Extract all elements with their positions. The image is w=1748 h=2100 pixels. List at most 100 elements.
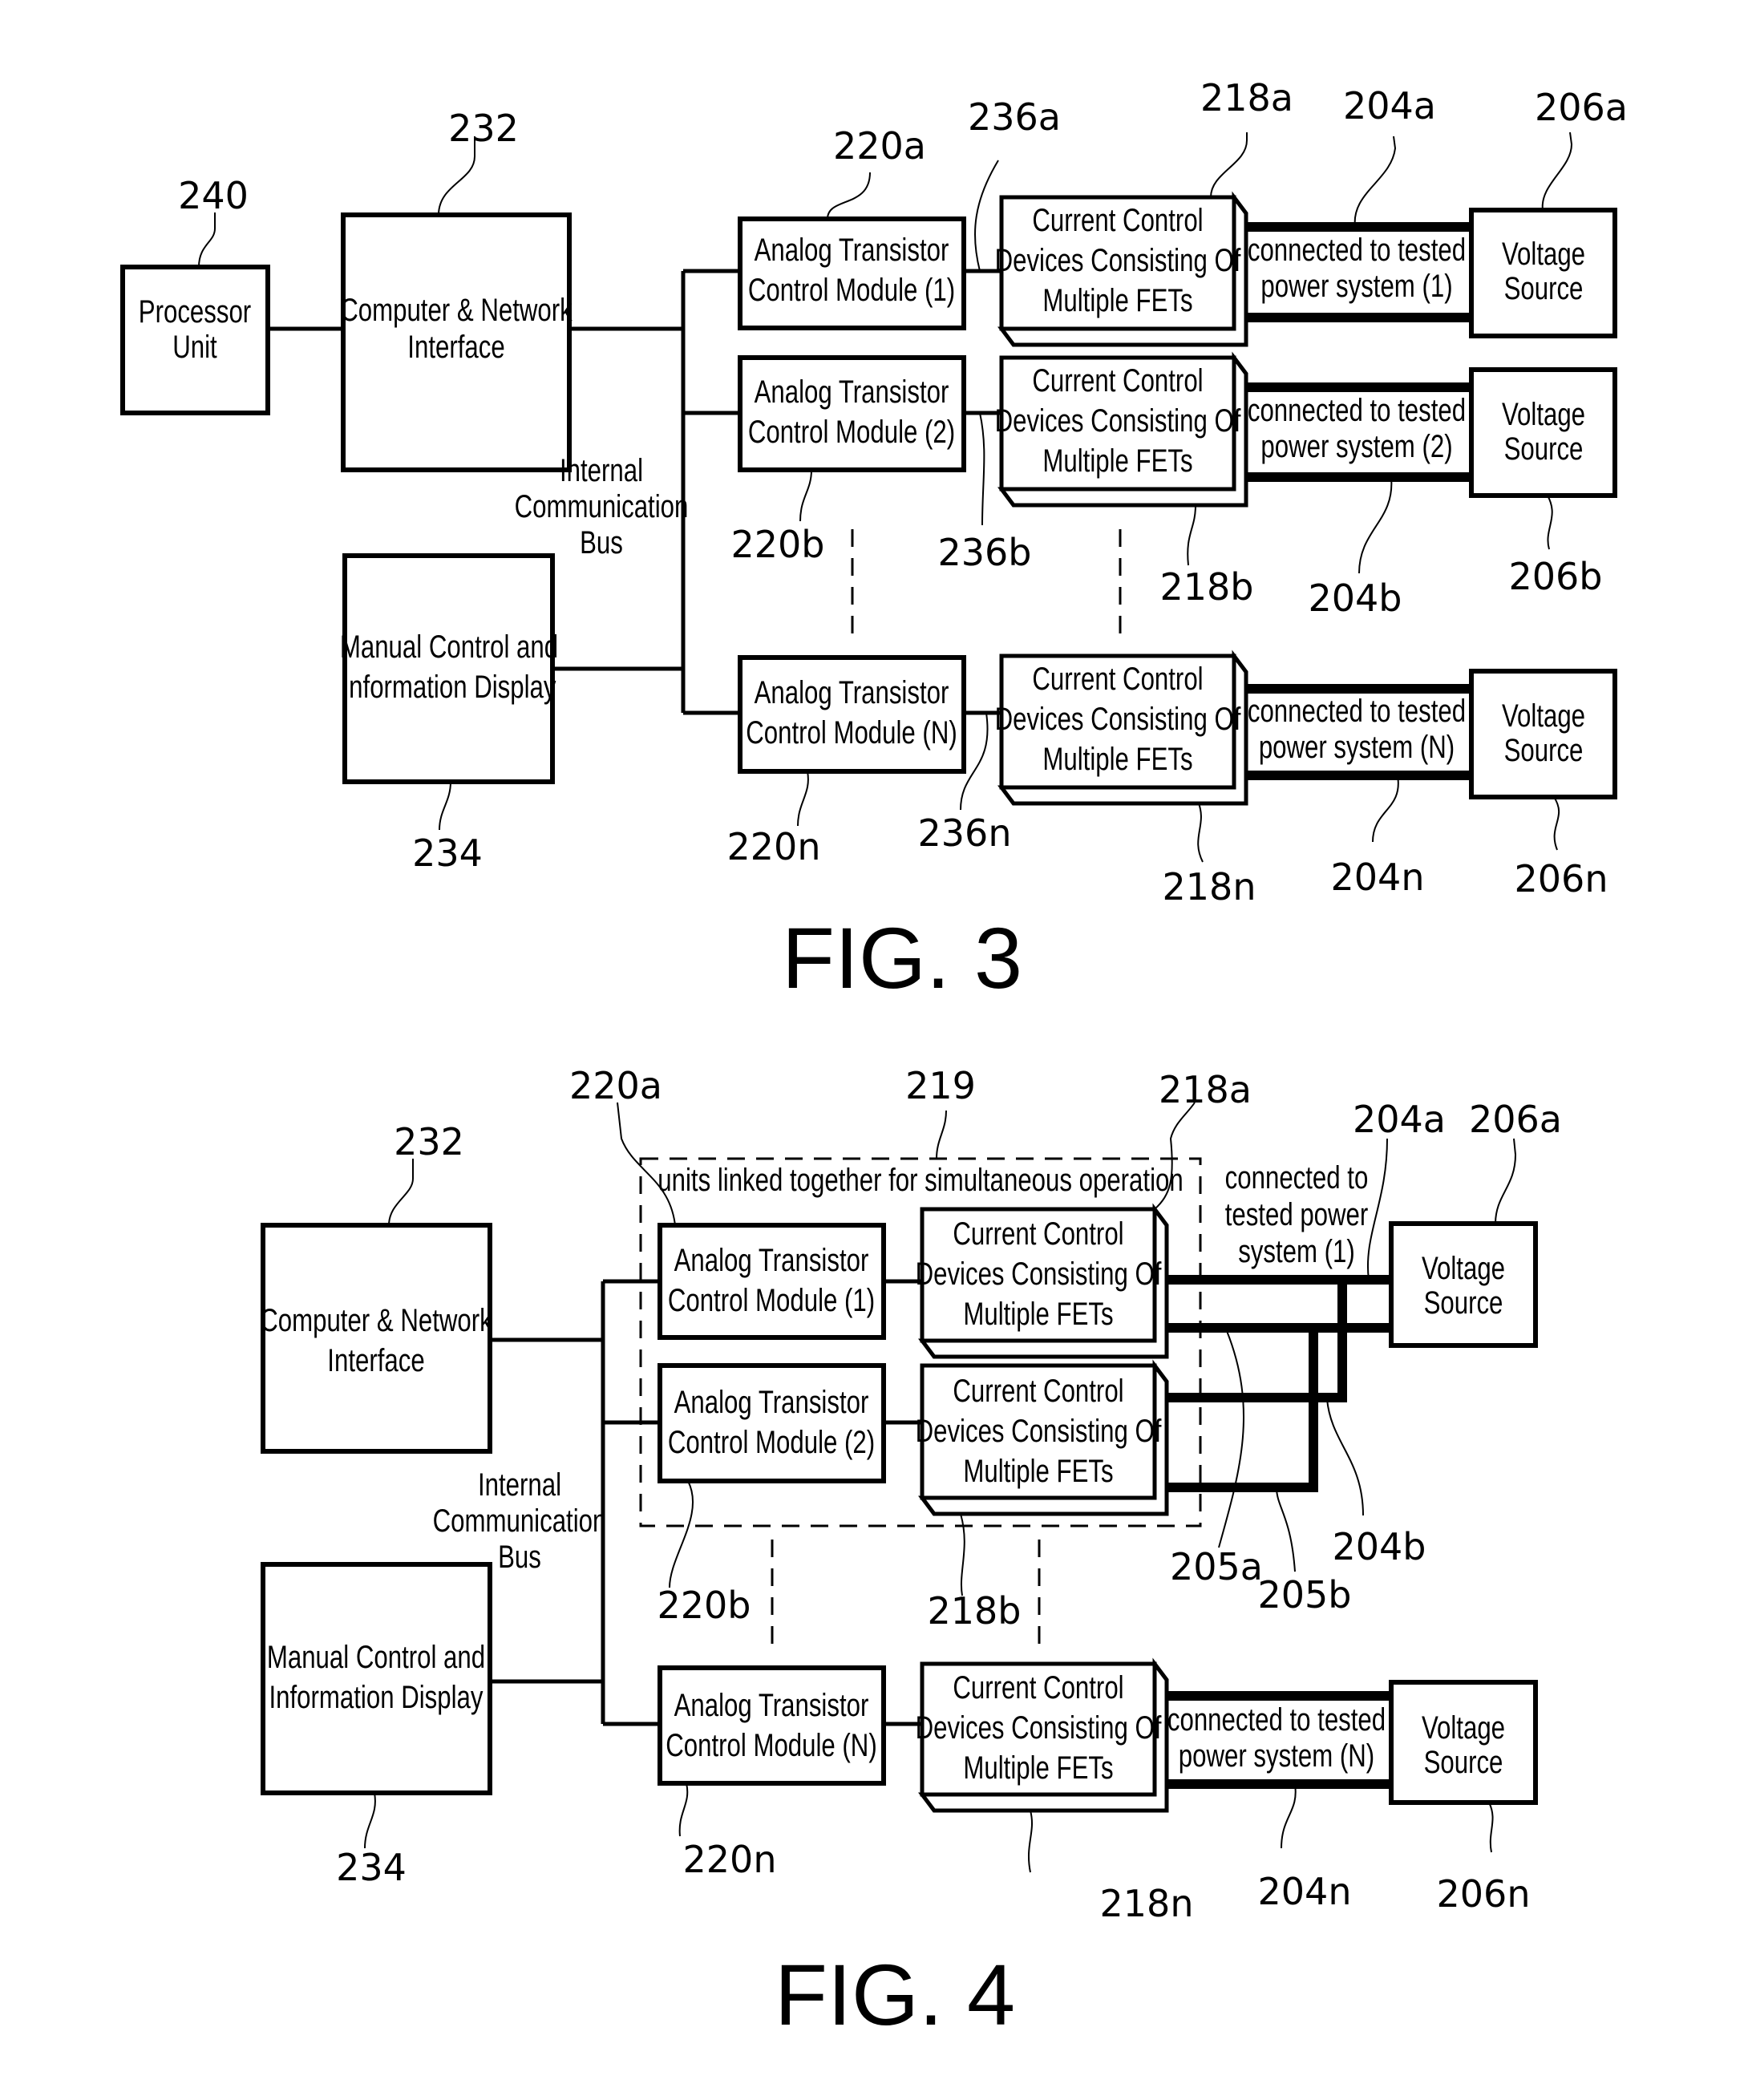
svg-text:Voltage: Voltage xyxy=(1502,396,1585,432)
leader-240 xyxy=(198,212,216,268)
ref-206b: 206b xyxy=(1509,555,1603,598)
leader-234 xyxy=(439,781,451,831)
ref-218a: 218a xyxy=(1159,1068,1252,1111)
svg-text:Analog Transistor: Analog Transistor xyxy=(755,674,949,710)
svg-text:Control Module (2): Control Module (2) xyxy=(668,1424,875,1460)
leader-204b xyxy=(1358,476,1393,574)
voltage-source-n-label: Voltage Source xyxy=(1502,698,1585,768)
leader-206n xyxy=(1488,1802,1494,1853)
leader-205a xyxy=(1218,1330,1244,1548)
svg-text:Multiple FETs: Multiple FETs xyxy=(1042,282,1192,318)
svg-text:Voltage: Voltage xyxy=(1502,698,1585,734)
leader-220b xyxy=(799,469,812,522)
ref-206n: 206n xyxy=(1515,857,1608,900)
connection-2-label: connected to tested power system (2) xyxy=(1248,392,1466,464)
svg-text:Multiple FETs: Multiple FETs xyxy=(963,1296,1113,1332)
ref-234: 234 xyxy=(412,832,483,875)
leader-206b xyxy=(1547,495,1553,550)
ref-220a: 220a xyxy=(569,1064,662,1107)
group-label: units linked together for simultaneous o… xyxy=(658,1162,1183,1198)
svg-text:connected to tested: connected to tested xyxy=(1248,693,1466,729)
svg-text:Voltage: Voltage xyxy=(1502,236,1585,272)
svg-text:Current Control: Current Control xyxy=(1032,202,1203,238)
svg-text:Source: Source xyxy=(1424,1285,1503,1321)
leader-218a xyxy=(1210,132,1248,198)
voltage-source-2-label: Voltage Source xyxy=(1502,396,1585,467)
svg-text:Control Module (1): Control Module (1) xyxy=(748,272,955,308)
svg-text:Computer & Network: Computer & Network xyxy=(340,292,573,328)
leader-204a xyxy=(1353,136,1397,228)
leader-218n xyxy=(1197,803,1204,863)
svg-text:Current Control: Current Control xyxy=(953,1669,1123,1705)
ref-219: 219 xyxy=(905,1064,976,1107)
svg-text:Multiple FETs: Multiple FETs xyxy=(963,1453,1113,1489)
ref-206n: 206n xyxy=(1437,1872,1531,1916)
leader-220n xyxy=(797,771,809,827)
svg-text:power system (N): power system (N) xyxy=(1179,1738,1374,1774)
svg-text:Bus: Bus xyxy=(498,1539,541,1575)
svg-text:connected to tested: connected to tested xyxy=(1248,232,1466,268)
svg-text:Control Module (N): Control Module (N) xyxy=(746,714,957,751)
shared-connection-label: connected to tested power system (1) xyxy=(1225,1159,1369,1269)
svg-text:Multiple FETs: Multiple FETs xyxy=(1042,741,1192,777)
svg-text:Analog Transistor: Analog Transistor xyxy=(755,232,949,268)
svg-text:Current Control: Current Control xyxy=(953,1216,1123,1252)
svg-text:Internal: Internal xyxy=(560,452,643,488)
ref-236n: 236n xyxy=(918,811,1012,855)
patent-figures: Processor Unit Computer & Network Interf… xyxy=(120,76,1628,2043)
ref-220b: 220b xyxy=(658,1584,751,1627)
ref-240: 240 xyxy=(178,174,249,217)
analog-module-n-box xyxy=(658,1665,886,1786)
ref-220b: 220b xyxy=(731,523,825,566)
voltage-source-1-label: Voltage Source xyxy=(1422,1250,1505,1321)
ref-204b: 204b xyxy=(1309,577,1402,620)
figure-3-caption: FIG. 3 xyxy=(782,909,1022,1006)
figure-3: Processor Unit Computer & Network Interf… xyxy=(120,76,1628,1006)
figure-4: Computer & Network Interface Manual Cont… xyxy=(260,1064,1562,2043)
ref-232: 232 xyxy=(448,107,519,150)
svg-text:Unit: Unit xyxy=(172,329,216,365)
svg-text:power system (N): power system (N) xyxy=(1259,729,1455,765)
svg-text:Devices Consisting Of: Devices Consisting Of xyxy=(995,242,1242,278)
ref-232: 232 xyxy=(394,1120,464,1163)
ref-236a: 236a xyxy=(968,95,1061,139)
ref-204n: 204n xyxy=(1331,856,1425,899)
svg-text:Manual Control and: Manual Control and xyxy=(267,1639,485,1675)
computer-network-interface-box xyxy=(261,1223,492,1454)
svg-text:Computer & Network: Computer & Network xyxy=(260,1302,492,1338)
ref-204a: 204a xyxy=(1343,84,1436,127)
leader-220b xyxy=(669,1480,694,1588)
connection-n-label: connected to tested power system (N) xyxy=(1167,1701,1386,1774)
ref-220n: 220n xyxy=(683,1838,777,1881)
ref-220a: 220a xyxy=(833,124,926,168)
leader-204b xyxy=(1326,1398,1364,1516)
leader-218b xyxy=(1187,504,1196,566)
ref-220n: 220n xyxy=(727,825,821,868)
leader-220n xyxy=(678,1782,689,1837)
ref-236b: 236b xyxy=(938,531,1032,574)
leader-218n xyxy=(1027,1810,1034,1873)
svg-text:Control Module (N): Control Module (N) xyxy=(666,1727,876,1763)
leader-206a xyxy=(1495,1138,1517,1224)
svg-text:Internal: Internal xyxy=(478,1467,561,1503)
ref-206a: 206a xyxy=(1535,86,1628,129)
svg-text:Bus: Bus xyxy=(580,524,623,560)
ref-204b: 204b xyxy=(1333,1525,1426,1568)
connection-n-label: connected to tested power system (N) xyxy=(1248,693,1466,765)
svg-text:power system (1): power system (1) xyxy=(1260,268,1452,304)
svg-text:Interface: Interface xyxy=(407,329,504,365)
leader-220a xyxy=(827,172,871,220)
svg-text:Current Control: Current Control xyxy=(953,1373,1123,1409)
svg-text:connected to tested: connected to tested xyxy=(1167,1701,1386,1738)
svg-text:Analog Transistor: Analog Transistor xyxy=(674,1242,869,1278)
leader-204a xyxy=(1367,1138,1388,1281)
ref-204a: 204a xyxy=(1353,1098,1446,1141)
svg-text:Analog Transistor: Analog Transistor xyxy=(674,1687,869,1723)
svg-text:Processor: Processor xyxy=(139,293,251,330)
leader-204n xyxy=(1281,1783,1297,1849)
svg-text:Devices Consisting Of: Devices Consisting Of xyxy=(995,403,1242,439)
svg-text:Interface: Interface xyxy=(327,1342,424,1378)
leader-219 xyxy=(936,1110,947,1159)
leader-206a xyxy=(1541,132,1573,211)
svg-text:Analog Transistor: Analog Transistor xyxy=(674,1384,869,1420)
